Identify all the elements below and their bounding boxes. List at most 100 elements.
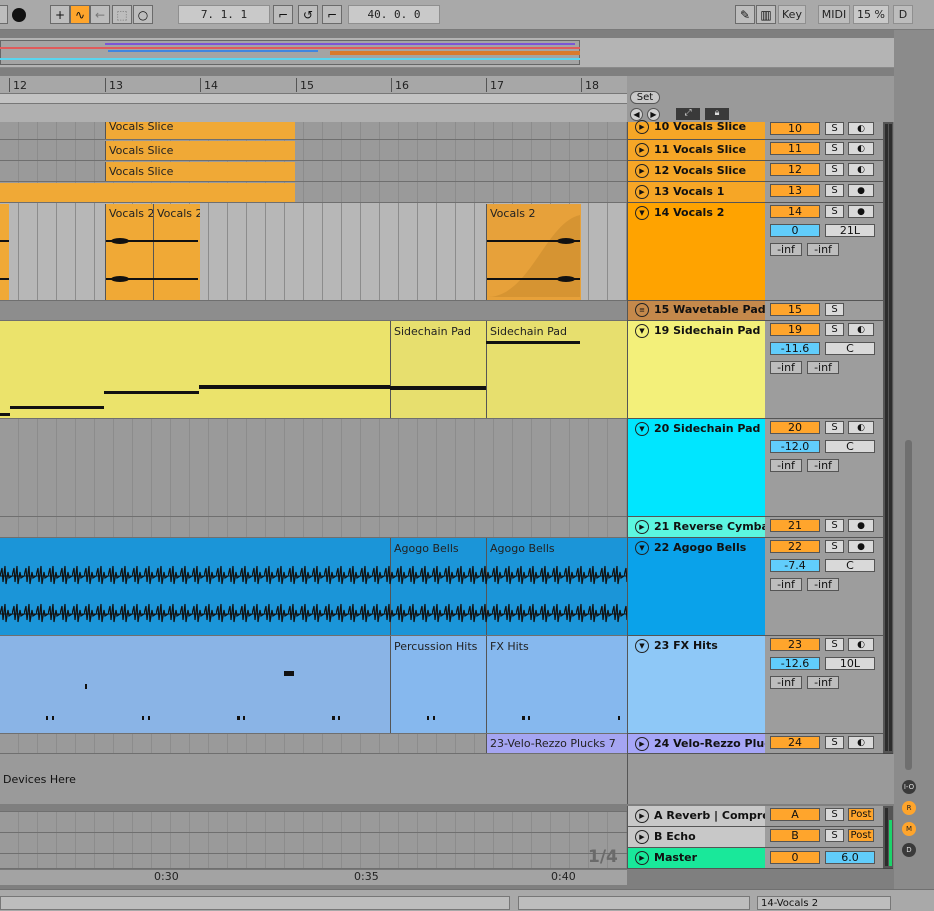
track-lane[interactable]: Vocals 2 Vocals 2 Vocals 2 <box>0 203 627 301</box>
return-lane[interactable] <box>0 833 627 854</box>
clip[interactable]: Vocals Slice <box>105 141 295 160</box>
track-header[interactable]: ▶ 12 Vocals Slice <box>627 161 765 182</box>
delay-toggle[interactable]: D <box>902 843 916 857</box>
solo-button[interactable]: S <box>825 829 844 842</box>
track-lane[interactable]: Sidechain Pad Sidechain Pad <box>0 321 627 419</box>
clip[interactable]: 23-Velo-Rezzo Plucks 7 <box>486 734 627 753</box>
track-activator[interactable]: 22 <box>770 540 820 553</box>
solo-button[interactable]: S <box>825 184 844 197</box>
track-activator[interactable]: 23 <box>770 638 820 651</box>
play-icon[interactable]: ▶ <box>635 830 649 844</box>
solo-button[interactable]: S <box>825 736 844 749</box>
volume-field[interactable]: 0 <box>770 224 820 237</box>
solo-button[interactable]: S <box>825 638 844 651</box>
return-header[interactable]: ▶ A Reverb | Compress <box>627 806 783 827</box>
track-lane[interactable]: Vocals Slice <box>0 122 627 140</box>
arm-icon[interactable]: ● <box>848 184 874 197</box>
track-header[interactable]: ▼ 19 Sidechain Pad <box>627 321 765 419</box>
arm-icon[interactable]: ● <box>848 205 874 218</box>
lock-icon[interactable]: 🔒︎ <box>705 108 729 120</box>
return-header[interactable]: ▶ B Echo <box>627 827 765 848</box>
track-header[interactable]: ▼ 14 Vocals 2 <box>627 203 765 301</box>
pan-field[interactable]: 10L <box>825 657 875 670</box>
solo-button[interactable]: S <box>825 303 844 316</box>
return-activator[interactable]: A <box>770 808 820 821</box>
solo-button[interactable]: S <box>825 163 844 176</box>
arm-icon[interactable]: ● <box>848 540 874 553</box>
track-header[interactable]: ▼ 20 Sidechain Pad <box>627 419 765 517</box>
set-locator-button[interactable]: Set <box>630 91 660 104</box>
vertical-scrollbar[interactable] <box>905 440 912 770</box>
mixer-toggle[interactable]: M <box>902 822 916 836</box>
pan-field[interactable]: C <box>825 440 875 453</box>
d-button[interactable]: D <box>893 5 913 24</box>
clip[interactable]: Vocals Slice <box>105 122 295 139</box>
solo-button[interactable]: S <box>825 421 844 434</box>
punch-out-icon[interactable]: ⌐ <box>322 5 342 24</box>
track-lane[interactable]: Percussion Hits FX Hits <box>0 636 627 734</box>
track-activator[interactable]: 13 <box>770 184 820 197</box>
track-activator[interactable]: 19 <box>770 323 820 336</box>
loop-length-display[interactable]: 40. 0. 0 <box>348 5 440 24</box>
group-header[interactable]: ≡ 15 Wavetable Pads <box>627 301 772 321</box>
fold-icon[interactable]: ▼ <box>635 206 649 220</box>
pan-field[interactable]: C <box>825 342 875 355</box>
grid-zoom-label[interactable]: 1/4 <box>588 847 618 867</box>
monitor-icon[interactable]: ◐ <box>848 638 874 651</box>
locator-strip[interactable] <box>0 104 627 122</box>
midi-map-button[interactable]: MIDI <box>818 5 850 24</box>
group-lane[interactable] <box>0 301 627 321</box>
punch-in-icon[interactable]: ⌐ <box>273 5 293 24</box>
track-activator[interactable]: 14 <box>770 205 820 218</box>
track-header[interactable]: ▼ 23 FX Hits <box>627 636 765 734</box>
track-activator[interactable]: 21 <box>770 519 820 532</box>
monitor-icon[interactable]: ◐ <box>848 736 874 749</box>
master-volume[interactable]: 0 <box>770 851 820 864</box>
play-icon[interactable]: ▶ <box>635 851 649 865</box>
track-header[interactable]: ▶ 10 Vocals Slice <box>627 120 765 140</box>
clip[interactable] <box>0 183 295 202</box>
capture-icon[interactable]: ⬚ <box>112 5 132 24</box>
loop-brace-strip[interactable] <box>0 93 627 104</box>
key-map-button[interactable]: Key <box>778 5 806 24</box>
monitor-icon[interactable]: ◐ <box>848 421 874 434</box>
track-lane[interactable] <box>0 419 627 517</box>
play-icon[interactable]: ▶ <box>635 737 649 751</box>
stop-button[interactable] <box>0 5 8 24</box>
empty-track-area[interactable] <box>627 754 894 804</box>
track-lane[interactable] <box>0 182 627 203</box>
play-icon[interactable]: ▶ <box>635 185 649 199</box>
return-lane[interactable] <box>0 812 627 833</box>
track-lane[interactable]: Agogo Bells Agogo Bells <box>0 538 627 636</box>
return-activator[interactable]: B <box>770 829 820 842</box>
solo-button[interactable]: S <box>825 808 844 821</box>
automation-arm-icon[interactable]: ∿ <box>70 5 90 24</box>
monitor-icon[interactable]: ◐ <box>848 122 874 135</box>
draw-mode-icon[interactable]: ✎ <box>735 5 755 24</box>
track-activator[interactable]: 20 <box>770 421 820 434</box>
position-display[interactable]: 7. 1. 1 <box>178 5 270 24</box>
solo-button[interactable]: S <box>825 519 844 532</box>
solo-button[interactable]: S <box>825 142 844 155</box>
expand-icon[interactable]: ⤢ <box>676 108 700 120</box>
pan-field[interactable]: C <box>825 559 875 572</box>
clip[interactable]: Vocals Slice <box>105 162 295 181</box>
track-activator[interactable]: 12 <box>770 163 820 176</box>
record-button[interactable] <box>12 8 26 22</box>
clip[interactable]: Sidechain Pad <box>390 321 486 418</box>
io-toggle[interactable]: I-O <box>902 780 916 794</box>
master-value[interactable]: 6.0 <box>825 851 875 864</box>
track-activator[interactable]: 24 <box>770 736 820 749</box>
track-lane[interactable] <box>0 517 627 538</box>
monitor-icon[interactable]: ◐ <box>848 142 874 155</box>
solo-button[interactable]: S <box>825 205 844 218</box>
track-header[interactable]: ▶ 21 Reverse Cymbal <box>627 517 773 538</box>
drop-area[interactable]: Devices Here <box>0 754 627 804</box>
session-record-icon[interactable]: ○ <box>133 5 153 24</box>
group-icon[interactable]: ≡ <box>635 303 649 317</box>
solo-button[interactable]: S <box>825 540 844 553</box>
arm-icon[interactable]: ● <box>848 519 874 532</box>
track-header[interactable]: ▶ 13 Vocals 1 <box>627 182 765 203</box>
track-lane[interactable]: Vocals Slice <box>0 140 627 161</box>
monitor-icon[interactable]: ◐ <box>848 163 874 176</box>
